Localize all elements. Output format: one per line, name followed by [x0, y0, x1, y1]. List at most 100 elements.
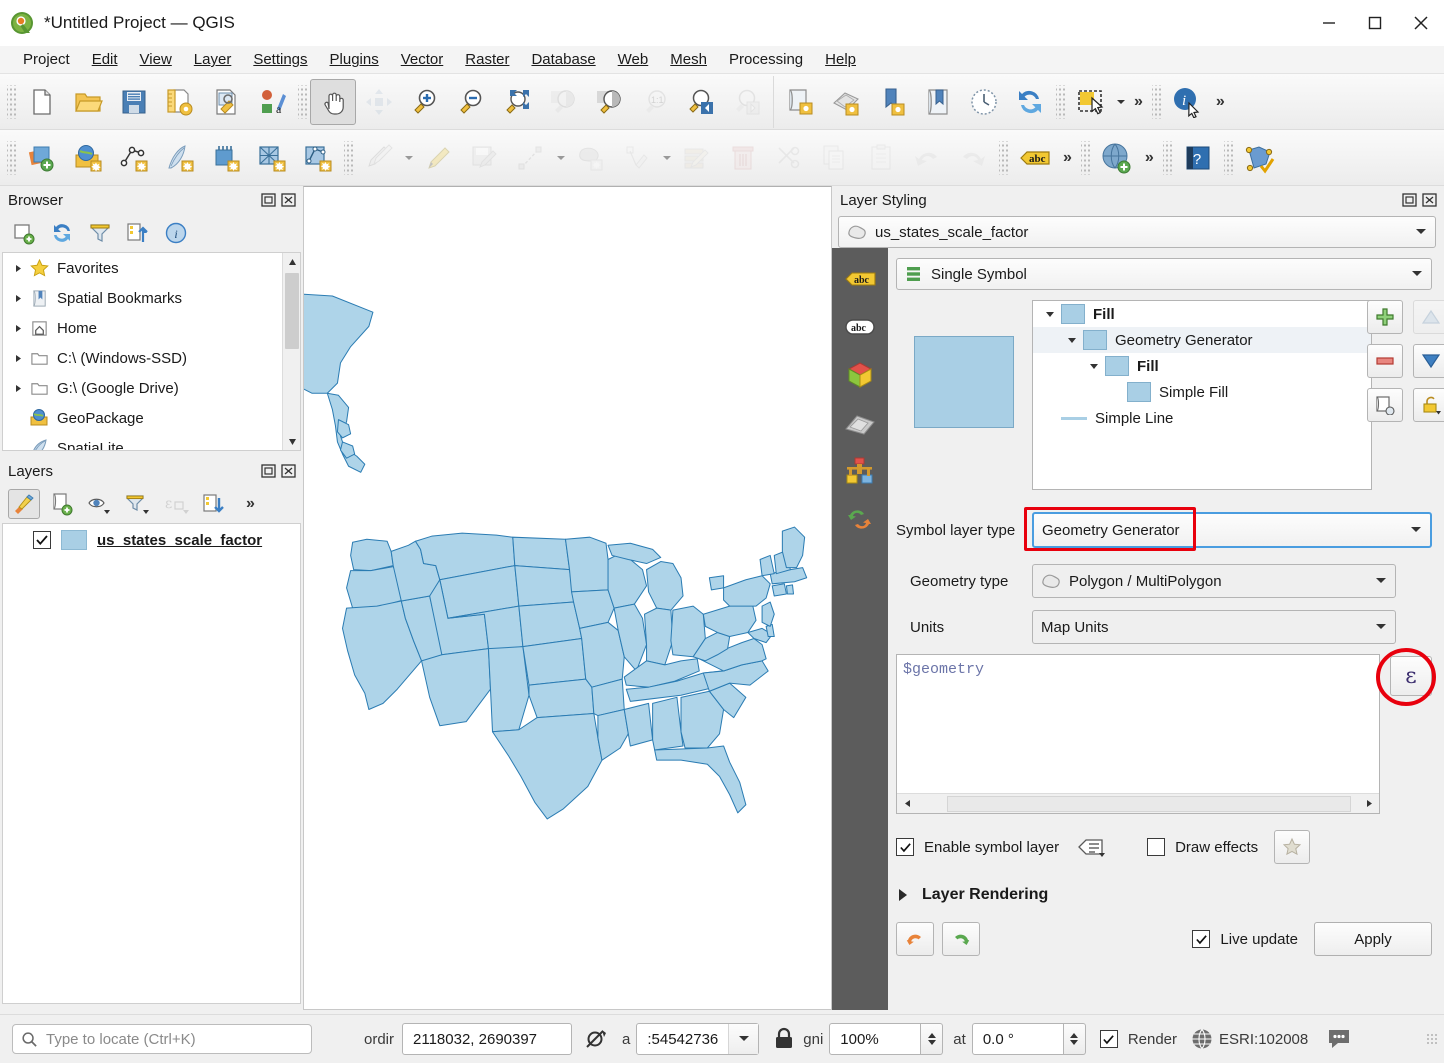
open-layer-styling-icon[interactable]	[8, 489, 40, 519]
expression-filter-icon[interactable]: ε	[160, 489, 192, 519]
browser-item-c-drive[interactable]: C:\ (Windows-SSD)	[3, 343, 300, 373]
new-gpx-layer-icon[interactable]	[295, 135, 341, 181]
browser-tree[interactable]: Favorites Spatial Bookmarks Home C:\ (Wi…	[2, 252, 301, 451]
expression-horizontal-scrollbar[interactable]	[897, 793, 1379, 813]
rotation-spinbox[interactable]: 0.0 °	[972, 1023, 1086, 1055]
data-defined-override-icon[interactable]	[1077, 835, 1107, 859]
layer-styling-close-icon[interactable]	[1422, 192, 1438, 208]
expand-arrow-icon[interactable]	[896, 888, 910, 902]
enable-symbol-layer-row[interactable]: Enable symbol layer	[896, 838, 1059, 856]
open-project-icon[interactable]	[65, 79, 111, 125]
help-contents-icon[interactable]: ?	[1175, 135, 1221, 181]
live-update-checkbox[interactable]	[1192, 930, 1210, 948]
units-combo[interactable]: Map Units	[1032, 610, 1396, 644]
draw-effects-row[interactable]: Draw effects	[1147, 838, 1258, 856]
remove-symbol-layer-button[interactable]	[1367, 344, 1403, 378]
chevron-down-icon[interactable]	[1371, 577, 1391, 585]
maximize-button[interactable]	[1352, 0, 1398, 46]
toolbar2-handle-4[interactable]	[1081, 141, 1090, 175]
toolbar-handle-4[interactable]	[1152, 85, 1161, 119]
renderer-type-combo[interactable]: Single Symbol	[896, 258, 1432, 290]
save-layer-edits-icon[interactable]	[462, 135, 508, 181]
new-geopackage-layer-icon[interactable]	[65, 135, 111, 181]
browser-float-icon[interactable]	[261, 192, 277, 208]
vertex-tool-dropdown-icon[interactable]	[660, 153, 674, 163]
menu-plugins[interactable]: Plugins	[319, 48, 390, 71]
effects-star-icon[interactable]	[1274, 830, 1310, 864]
toolbar-handle[interactable]	[7, 85, 16, 119]
collapse-arrow-icon[interactable]	[1083, 361, 1105, 371]
new-shapefile-layer-icon[interactable]	[19, 135, 65, 181]
collapse-arrow-icon[interactable]	[1061, 335, 1083, 345]
add-polygon-feature-icon[interactable]	[568, 135, 614, 181]
menu-settings[interactable]: Settings	[242, 48, 318, 71]
chevron-down-icon[interactable]	[1407, 270, 1427, 278]
new-memory-layer-icon[interactable]	[203, 135, 249, 181]
draw-effects-checkbox[interactable]	[1147, 838, 1165, 856]
menu-view[interactable]: View	[129, 48, 183, 71]
identify-features-icon[interactable]: i	[1164, 79, 1210, 125]
chevron-down-icon[interactable]	[1406, 526, 1426, 534]
toolbar2-handle[interactable]	[7, 141, 16, 175]
undo-button[interactable]	[896, 922, 934, 956]
brushes-icon[interactable]	[842, 454, 878, 488]
menu-edit[interactable]: Edit	[81, 48, 129, 71]
render-checkbox[interactable]	[1100, 1030, 1118, 1048]
select-features-icon[interactable]	[1068, 79, 1114, 125]
symbol-tree-row-fill-child[interactable]: Fill	[1033, 353, 1371, 379]
manage-visibility-icon[interactable]	[84, 489, 116, 519]
toolbar2-handle-5[interactable]	[1163, 141, 1172, 175]
layer-rendering-section[interactable]: Layer Rendering	[896, 886, 1432, 904]
scale-combo[interactable]: :54542736	[636, 1023, 759, 1055]
menu-project[interactable]: Project	[12, 48, 81, 71]
add-group-icon[interactable]	[46, 489, 78, 519]
menu-web[interactable]: Web	[607, 48, 660, 71]
toggle-extents-icon[interactable]	[584, 1026, 610, 1052]
refresh-icon[interactable]	[1007, 79, 1053, 125]
filter-icon[interactable]	[84, 218, 116, 248]
browser-vertical-scrollbar[interactable]	[282, 253, 300, 450]
show-bookmarks-icon[interactable]	[869, 79, 915, 125]
magnifier-spinbox[interactable]: 100%	[829, 1023, 943, 1055]
duplicate-symbol-layer-button[interactable]	[1367, 388, 1403, 422]
browser-item-geopackage[interactable]: GeoPackage	[3, 403, 300, 433]
menu-vector[interactable]: Vector	[390, 48, 455, 71]
masks-abc-icon[interactable]: abc	[842, 310, 878, 344]
toolbar-overflow-2[interactable]: »	[1210, 93, 1231, 111]
symbol-tree-row-geometry-generator[interactable]: Geometry Generator	[1033, 327, 1371, 353]
crs-selector[interactable]: ESRI:102008	[1191, 1028, 1308, 1050]
map-canvas[interactable]	[303, 186, 832, 1010]
coordinate-field[interactable]: 2118032, 2690397	[402, 1023, 572, 1055]
new-virtual-layer-icon[interactable]	[157, 135, 203, 181]
scroll-up-icon[interactable]	[283, 253, 301, 271]
menu-database[interactable]: Database	[520, 48, 606, 71]
add-wms-layer-icon[interactable]	[1093, 135, 1139, 181]
toolbar-handle-2[interactable]	[298, 85, 307, 119]
lock-colors-button[interactable]	[1413, 388, 1444, 422]
history-undo-redo-icon[interactable]	[842, 502, 878, 536]
new-project-icon[interactable]	[19, 79, 65, 125]
new-map-view-icon[interactable]	[777, 79, 823, 125]
layers-tree[interactable]: us_states_scale_factor	[2, 523, 301, 1004]
scroll-right-icon[interactable]	[1359, 795, 1379, 813]
copy-features-icon[interactable]	[812, 135, 858, 181]
browser-item-home[interactable]: Home	[3, 313, 300, 343]
3d-view-cube-icon[interactable]	[842, 358, 878, 392]
scrollbar-track[interactable]	[917, 795, 1359, 813]
layer-row-us-states[interactable]: us_states_scale_factor	[3, 524, 300, 556]
menu-raster[interactable]: Raster	[454, 48, 520, 71]
zoom-in-icon[interactable]	[402, 79, 448, 125]
toolbar-handle-3[interactable]	[1056, 85, 1065, 119]
add-layer-icon[interactable]	[8, 218, 40, 248]
layers-close-icon[interactable]	[281, 463, 297, 479]
toolbar2-handle-3[interactable]	[999, 141, 1008, 175]
menu-help[interactable]: Help	[814, 48, 867, 71]
expand-arrow-icon[interactable]	[9, 264, 27, 273]
symbol-layer-type-combo[interactable]: Geometry Generator	[1032, 512, 1432, 548]
properties-info-icon[interactable]: i	[160, 218, 192, 248]
scrollbar-thumb[interactable]	[285, 273, 299, 349]
expression-text[interactable]: $geometry	[897, 655, 1379, 678]
filter-legend-icon[interactable]	[122, 489, 154, 519]
data-source-manager-icon[interactable]: a	[249, 79, 295, 125]
toolbar2-overflow-1[interactable]: »	[1057, 149, 1078, 167]
